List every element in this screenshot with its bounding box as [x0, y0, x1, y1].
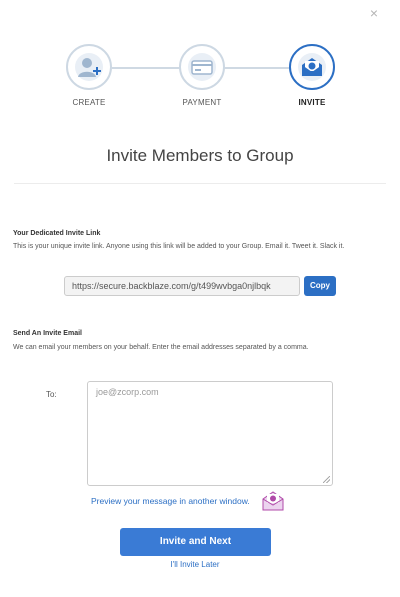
divider [14, 183, 386, 184]
step-payment-label: PAYMENT [182, 98, 222, 107]
progress-stepper: CREATE PAYMENT INVITE [0, 44, 400, 114]
resize-handle[interactable] [323, 476, 330, 483]
close-button[interactable]: × [370, 6, 378, 20]
envelope-icon [298, 53, 326, 81]
preview-message-link[interactable]: Preview your message in another window. [91, 496, 250, 506]
step-create: CREATE [49, 44, 129, 107]
credit-card-icon [188, 53, 216, 81]
close-icon[interactable]: × [370, 5, 378, 21]
envelope-preview-icon[interactable] [261, 490, 285, 512]
invite-link-row: https://secure.backblaze.com/g/t499wvbga… [64, 276, 336, 296]
invite-link-field[interactable]: https://secure.backblaze.com/g/t499wvbga… [64, 276, 300, 296]
invite-and-next-button[interactable]: Invite and Next [120, 528, 271, 556]
invite-link-description: This is your unique invite link. Anyone … [13, 243, 345, 250]
invite-email-description: We can email your members on your behalf… [13, 344, 309, 351]
step-create-circle [66, 44, 112, 90]
preview-row: Preview your message in another window. [91, 490, 285, 512]
step-payment: PAYMENT [162, 44, 242, 107]
invite-dialog: × CREATE PAYMENT INVITE Invite Members t… [0, 0, 400, 597]
page-title: Invite Members to Group [106, 146, 294, 165]
copy-button[interactable]: Copy [304, 276, 336, 296]
add-user-icon [75, 53, 103, 81]
to-label: To: [46, 390, 57, 399]
step-payment-circle [179, 44, 225, 90]
step-invite: INVITE [272, 44, 352, 107]
email-addresses-input[interactable]: joe@zcorp.com [87, 381, 333, 486]
invite-link-heading: Your Dedicated Invite Link [13, 230, 101, 237]
email-placeholder: joe@zcorp.com [96, 387, 159, 397]
step-create-label: CREATE [72, 98, 106, 107]
step-invite-circle [289, 44, 335, 90]
invite-email-heading: Send An Invite Email [13, 330, 82, 337]
invite-later-link[interactable]: I'll Invite Later [0, 560, 390, 569]
step-invite-label: INVITE [298, 98, 326, 107]
